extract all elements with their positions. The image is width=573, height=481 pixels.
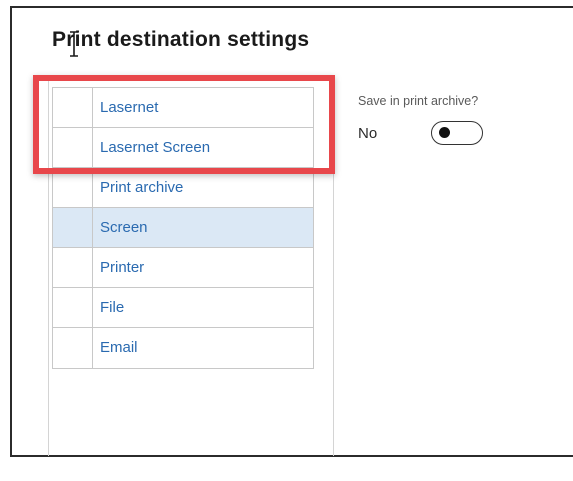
page-title: Print destination settings <box>52 28 310 51</box>
destination-label[interactable]: Lasernet <box>93 88 158 127</box>
destination-label[interactable]: Lasernet Screen <box>93 128 210 167</box>
destination-label[interactable]: Printer <box>93 248 144 287</box>
destination-row-lasernet-screen[interactable]: Lasernet Screen <box>53 128 313 168</box>
destination-label[interactable]: Screen <box>93 208 148 247</box>
row-marker[interactable] <box>53 288 93 327</box>
row-marker[interactable] <box>53 88 93 127</box>
destination-row-email[interactable]: Email <box>53 328 313 368</box>
text-cursor-icon <box>70 31 78 57</box>
save-in-archive-label: Save in print archive? <box>358 94 479 108</box>
destination-row-screen[interactable]: Screen <box>53 208 313 248</box>
row-marker[interactable] <box>53 128 93 167</box>
destination-row-printer[interactable]: Printer <box>53 248 313 288</box>
destination-list[interactable]: Lasernet Lasernet Screen Print archive S… <box>52 87 314 369</box>
destination-row-print-archive[interactable]: Print archive <box>53 168 313 208</box>
destination-label[interactable]: File <box>93 288 124 327</box>
row-marker[interactable] <box>53 208 93 247</box>
row-marker[interactable] <box>53 248 93 287</box>
save-in-archive-value: No <box>358 125 378 142</box>
save-in-archive-toggle[interactable] <box>431 121 483 145</box>
destination-row-lasernet[interactable]: Lasernet <box>53 88 313 128</box>
destination-row-file[interactable]: File <box>53 288 313 328</box>
destination-label[interactable]: Email <box>93 328 138 368</box>
destination-label[interactable]: Print archive <box>93 168 183 207</box>
row-marker[interactable] <box>53 328 93 368</box>
row-marker[interactable] <box>53 168 93 207</box>
toggle-knob <box>439 127 450 138</box>
